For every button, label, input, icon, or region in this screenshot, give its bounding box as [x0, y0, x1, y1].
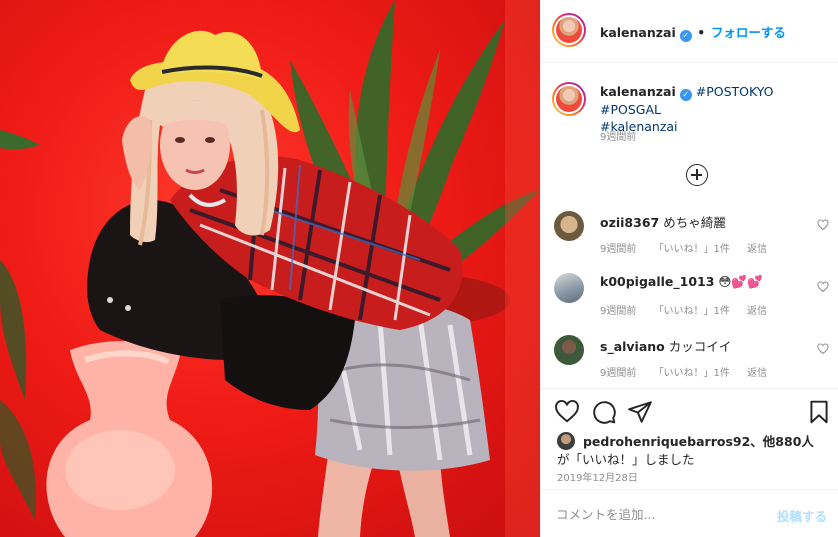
- commenter-avatar[interactable]: [554, 273, 584, 303]
- comment-likes[interactable]: 「いいね！」1件: [654, 368, 730, 379]
- caption-username[interactable]: kalenanzai: [600, 84, 676, 99]
- caption-time: 9週間前: [600, 132, 637, 143]
- caption-avatar[interactable]: [552, 82, 586, 116]
- follow-button[interactable]: フォローする: [711, 25, 786, 40]
- post-comment-button[interactable]: 投稿する: [777, 506, 827, 525]
- comment-item: s_alviano カッコイイ 9週間前 「いいね！」1件 返信: [541, 333, 838, 389]
- post-photo[interactable]: [0, 0, 540, 537]
- liker-count[interactable]: 、他880人: [750, 434, 814, 449]
- add-comment-bar: 投稿する: [541, 489, 838, 537]
- heart-icon[interactable]: [817, 219, 829, 231]
- liked-by-suffix: が「いいね！」しました: [557, 452, 695, 467]
- action-section: pedrohenriquebarros92、他880人 が「いいね！」しました …: [541, 388, 838, 537]
- heart-icon[interactable]: [817, 343, 829, 355]
- heart-icon[interactable]: [554, 399, 580, 425]
- comment-input[interactable]: [556, 503, 756, 525]
- author-avatar[interactable]: [552, 13, 586, 47]
- comment-item: k00pigalle_1013 😳💕💕 9週間前 「いいね！」1件 返信: [541, 271, 838, 327]
- comment-time[interactable]: 9週間前: [600, 368, 636, 379]
- commenter-avatar[interactable]: [554, 335, 584, 365]
- instagram-post: kalenanzai ✓ • フォローする kalenanzai ✓ #POST…: [0, 0, 838, 537]
- comment-meta: 9週間前 「いいね！」1件 返信: [600, 240, 781, 255]
- author-username[interactable]: kalenanzai: [600, 25, 676, 40]
- photo-illustration: [0, 0, 540, 537]
- comment-line: ozii8367 めちゃ綺麗: [600, 212, 726, 231]
- comment-icon[interactable]: [591, 399, 617, 425]
- comment-time[interactable]: 9週間前: [600, 306, 636, 317]
- hashtag-posgal[interactable]: #POSGAL: [600, 102, 661, 117]
- separator-dot: •: [697, 26, 706, 40]
- reply-button[interactable]: 返信: [747, 368, 767, 379]
- comment-meta: 9週間前 「いいね！」1件 返信: [600, 302, 781, 317]
- comment-line: k00pigalle_1013 😳💕💕: [600, 274, 763, 290]
- comment-item: ozii8367 めちゃ綺麗 9週間前 「いいね！」1件 返信: [541, 209, 838, 265]
- comment-username[interactable]: k00pigalle_1013: [600, 274, 714, 289]
- comment-text: 😳💕💕: [718, 274, 763, 289]
- heart-icon[interactable]: [817, 281, 829, 293]
- comment-text: めちゃ綺麗: [663, 215, 726, 230]
- post-date[interactable]: 2019年12月28日: [557, 469, 638, 484]
- reply-button[interactable]: 返信: [747, 244, 767, 255]
- reply-button[interactable]: 返信: [747, 306, 767, 317]
- comment-username[interactable]: s_alviano: [600, 339, 665, 354]
- plus-circle-icon[interactable]: [686, 164, 708, 186]
- liker-avatar[interactable]: [557, 432, 575, 450]
- header-line: kalenanzai ✓ • フォローする: [600, 22, 786, 42]
- comment-likes[interactable]: 「いいね！」1件: [654, 244, 730, 255]
- liked-by: pedrohenriquebarros92、他880人: [557, 431, 814, 450]
- bookmark-icon[interactable]: [806, 399, 832, 425]
- verified-badge-icon: ✓: [679, 30, 692, 42]
- post-side-panel: kalenanzai ✓ • フォローする kalenanzai ✓ #POST…: [540, 0, 838, 537]
- comment-line: s_alviano カッコイイ: [600, 336, 731, 355]
- verified-badge-icon: ✓: [679, 89, 692, 101]
- hashtag-postokyo[interactable]: #POSTOKYO: [696, 84, 774, 99]
- comment-likes[interactable]: 「いいね！」1件: [654, 306, 730, 317]
- comment-username[interactable]: ozii8367: [600, 215, 659, 230]
- comment-meta: 9週間前 「いいね！」1件 返信: [600, 364, 781, 379]
- share-icon[interactable]: [627, 399, 653, 425]
- comment-text: カッコイイ: [668, 339, 732, 354]
- comment-time[interactable]: 9週間前: [600, 244, 636, 255]
- liker-username[interactable]: pedrohenriquebarros92: [583, 434, 750, 449]
- post-header: kalenanzai ✓ • フォローする: [541, 0, 838, 63]
- commenter-avatar[interactable]: [554, 211, 584, 241]
